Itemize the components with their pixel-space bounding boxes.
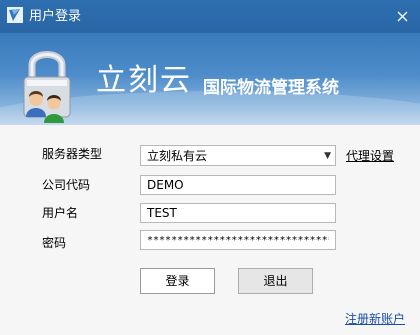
- proxy-settings-link[interactable]: 代理设置: [346, 148, 394, 164]
- lock-users-icon: [23, 51, 71, 123]
- company-code-input[interactable]: [140, 175, 336, 195]
- server-type-label: 服务器类型: [42, 147, 103, 161]
- close-icon: [397, 11, 408, 22]
- close-button[interactable]: [385, 0, 420, 33]
- username-input[interactable]: [140, 203, 336, 223]
- password-input[interactable]: [140, 230, 336, 250]
- chevron-down-icon: ▼: [324, 151, 331, 161]
- server-type-value: 立刻私有云: [147, 149, 208, 163]
- password-label: 密码: [42, 236, 67, 250]
- company-code-label: 公司代码: [42, 178, 91, 192]
- server-type-select[interactable]: 立刻私有云 ▼: [140, 145, 336, 166]
- app-icon: [7, 7, 23, 23]
- brand-name: 立刻云: [96, 63, 192, 98]
- header-banner: 立刻云 国际物流管理系统: [0, 33, 420, 125]
- exit-button[interactable]: 退出: [238, 268, 313, 294]
- window-title: 用户登录: [29, 9, 82, 24]
- login-window: 用户登录 立刻云 国际物流管理系统 服务器类型 立刻私有云 ▼ 代理设置 公司代…: [0, 0, 420, 335]
- login-button[interactable]: 登录: [140, 268, 215, 294]
- system-name: 国际物流管理系统: [203, 78, 339, 98]
- register-link[interactable]: 注册新账户: [345, 311, 405, 327]
- username-label: 用户名: [42, 206, 79, 220]
- title-bar: 用户登录: [0, 0, 420, 33]
